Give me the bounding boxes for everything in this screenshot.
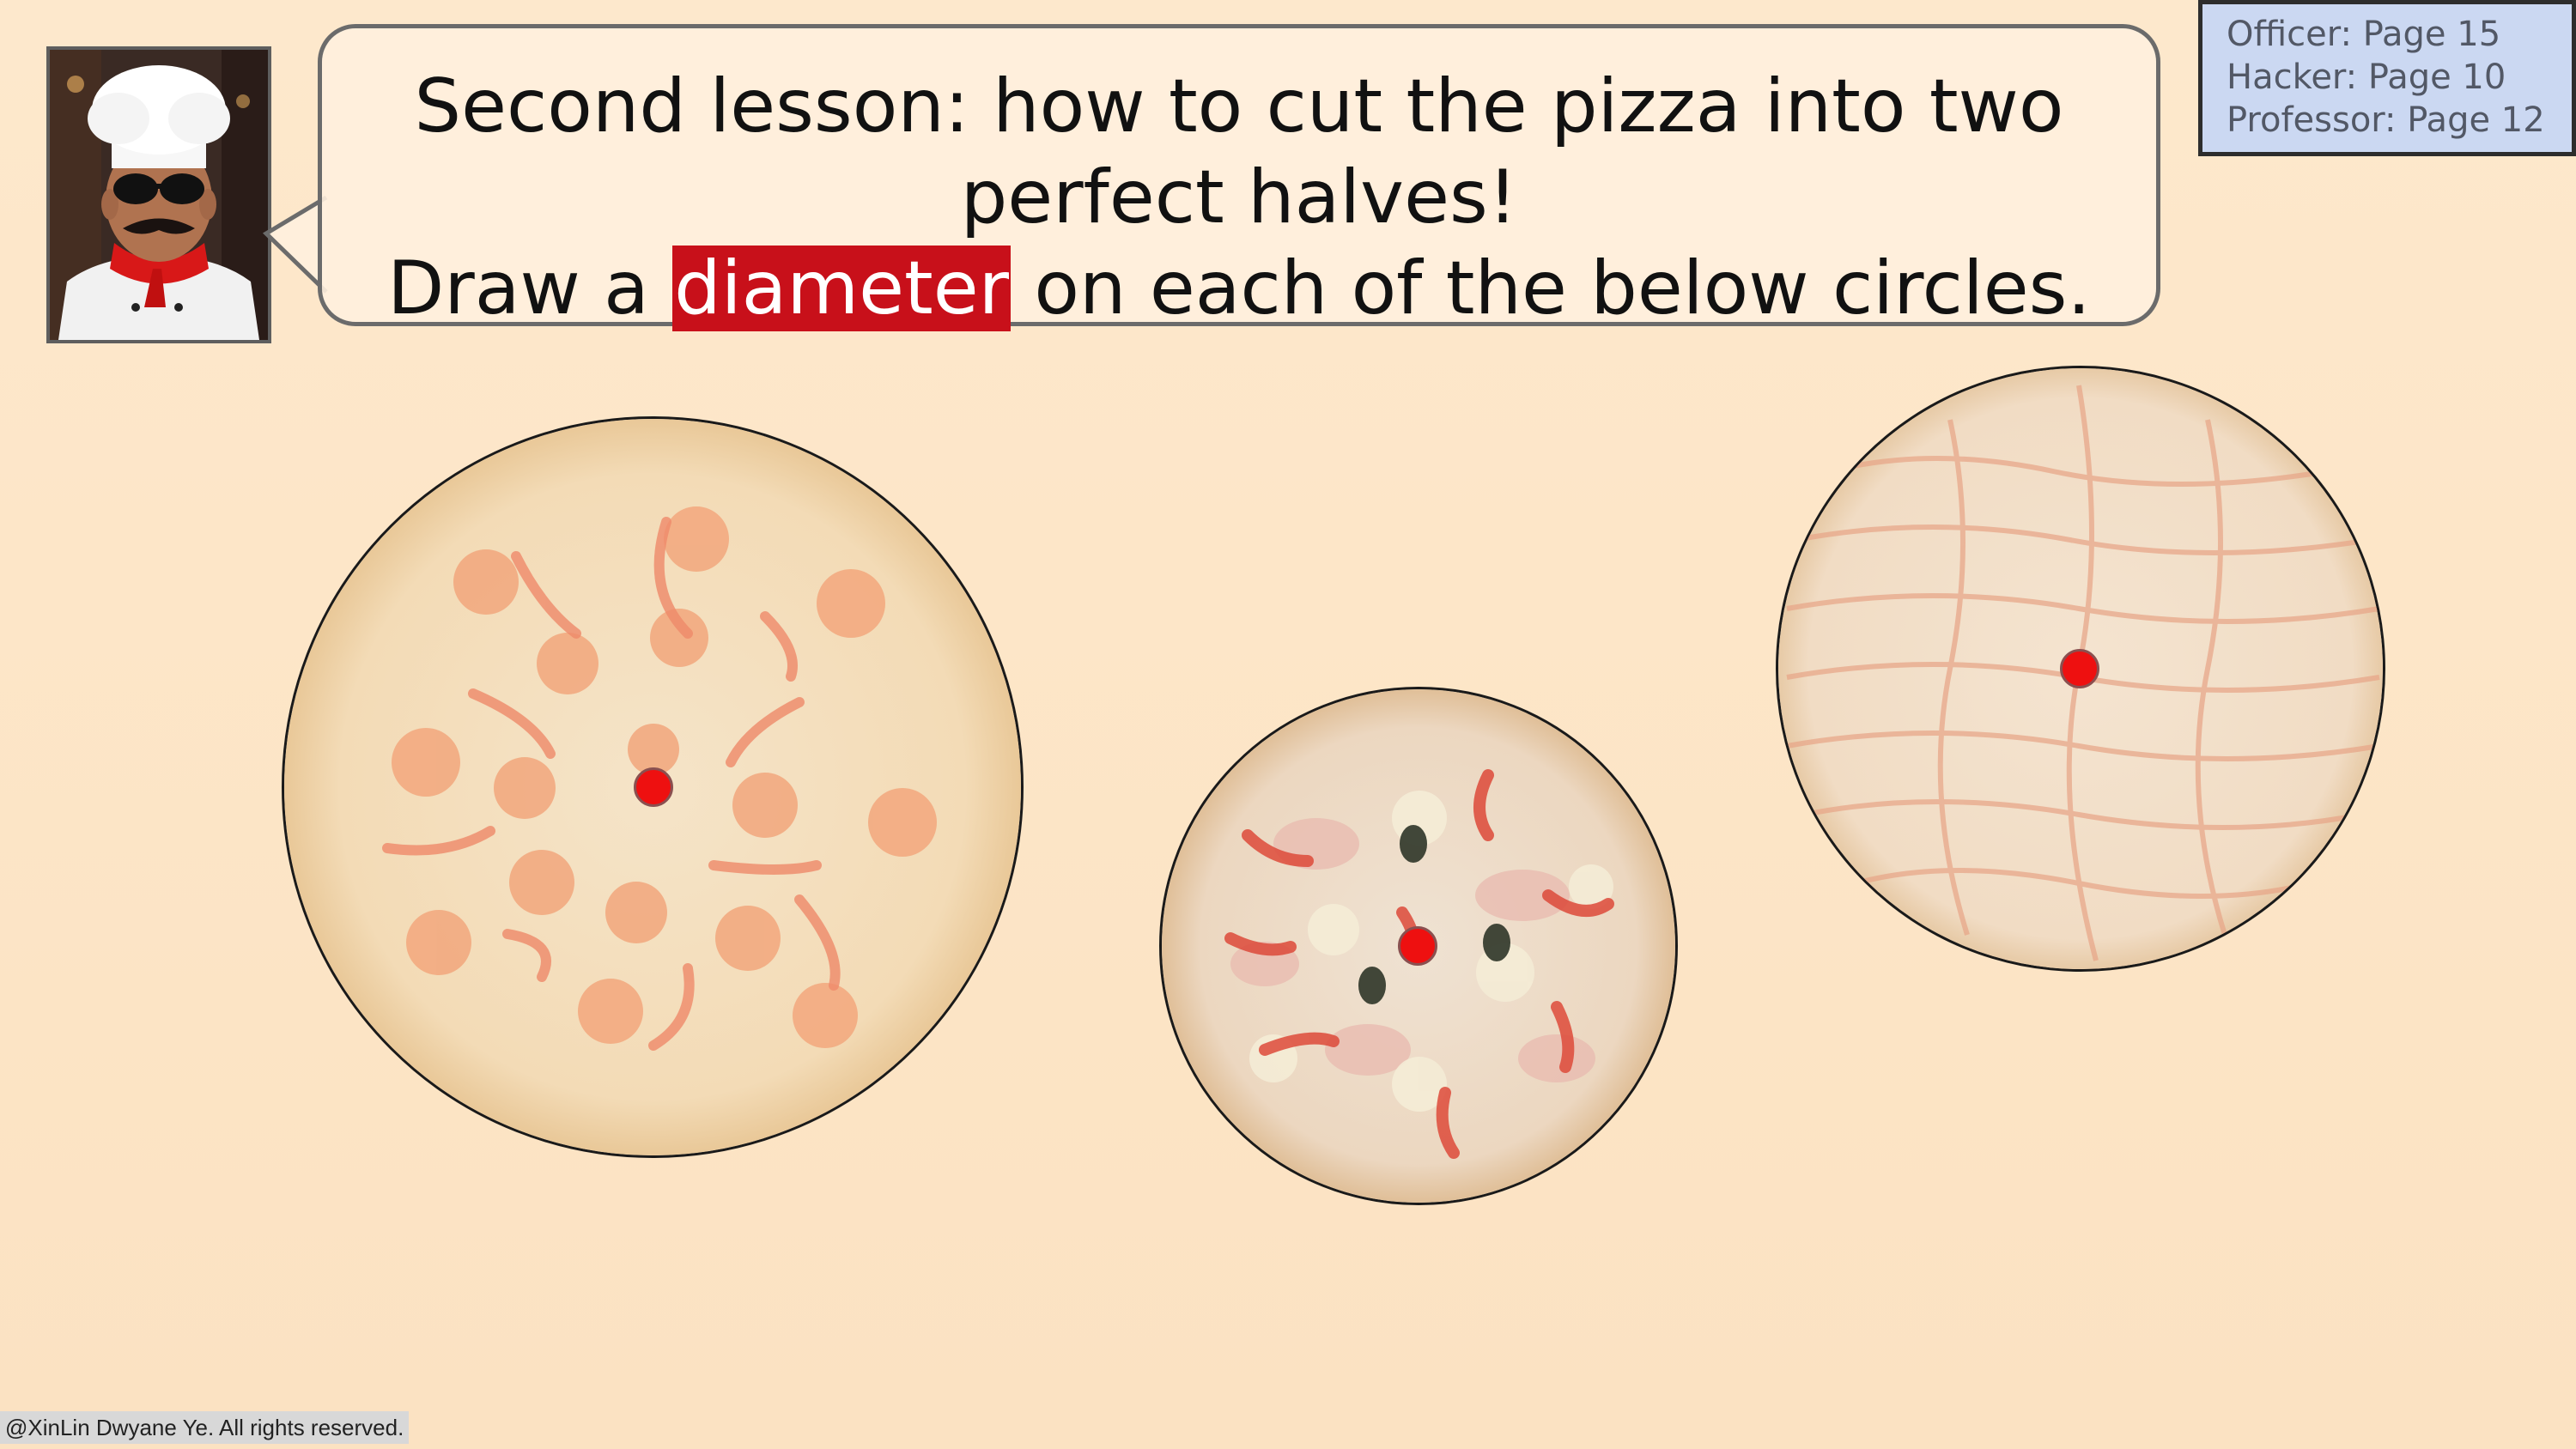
chef-avatar bbox=[46, 46, 271, 343]
instruction-line-3-end: on each of the below circles. bbox=[1011, 246, 2091, 331]
pizza-center-dot-large bbox=[634, 767, 673, 807]
copyright-notice: @XinLin Dwyane Ye. All rights reserved. bbox=[0, 1411, 410, 1444]
instruction-line-3-start: Draw a bbox=[387, 246, 673, 331]
pizza-center-dot-medium bbox=[1398, 926, 1437, 966]
pizza-center-dot-right bbox=[2060, 649, 2099, 688]
instruction-bubble: Second lesson: how to cut the pizza into… bbox=[318, 24, 2160, 331]
instruction-line-1: Second lesson: how to cut the pizza into… bbox=[414, 64, 2064, 149]
hacker-page: Hacker: Page 10 bbox=[2227, 58, 2506, 97]
officer-page: Officer: Page 15 bbox=[2227, 15, 2501, 54]
professor-page: Professor: Page 12 bbox=[2227, 100, 2545, 140]
instruction-line-2: perfect halves! bbox=[960, 155, 1518, 240]
instruction-line-3: Draw a diameter on each of the below cir… bbox=[322, 243, 2156, 334]
chef-icon bbox=[50, 50, 268, 340]
page-references: Officer: Page 15 Hacker: Page 10 Profess… bbox=[2198, 0, 2576, 156]
diameter-highlight: diameter bbox=[672, 246, 1012, 331]
